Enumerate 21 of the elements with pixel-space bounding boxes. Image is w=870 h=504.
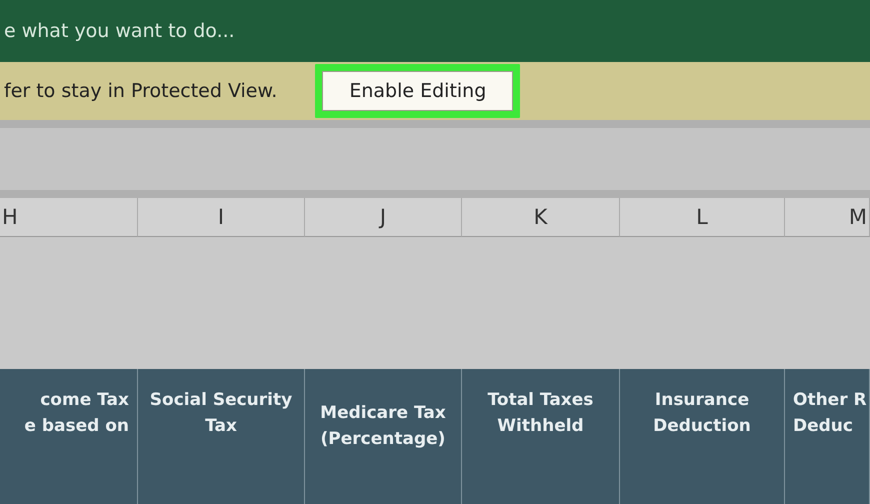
column-header[interactable]: J (305, 198, 462, 237)
protected-view-message: fer to stay in Protected View. (4, 80, 278, 102)
header-text: Social Security (150, 389, 292, 412)
header-text: Total Taxes (488, 389, 594, 412)
column-header[interactable]: M (785, 198, 870, 237)
column-header[interactable]: I (138, 198, 305, 237)
header-text: Insurance (654, 389, 750, 412)
column-header[interactable]: L (620, 198, 785, 237)
tell-me-field[interactable]: e what you want to do... (4, 20, 235, 42)
header-text: Medicare Tax (320, 402, 446, 425)
header-text: Withheld (497, 415, 584, 438)
enable-editing-button[interactable]: Enable Editing (322, 71, 514, 111)
header-text: Other R (793, 389, 867, 412)
header-text: e based on (24, 415, 129, 438)
header-text: come Tax (40, 389, 129, 412)
header-text: Tax (205, 415, 237, 438)
column-header[interactable]: H (0, 198, 138, 237)
header-text: Deduc (793, 415, 853, 438)
column-header[interactable]: K (462, 198, 620, 237)
header-text: Deduction (653, 415, 751, 438)
header-text: (Percentage) (320, 428, 446, 451)
